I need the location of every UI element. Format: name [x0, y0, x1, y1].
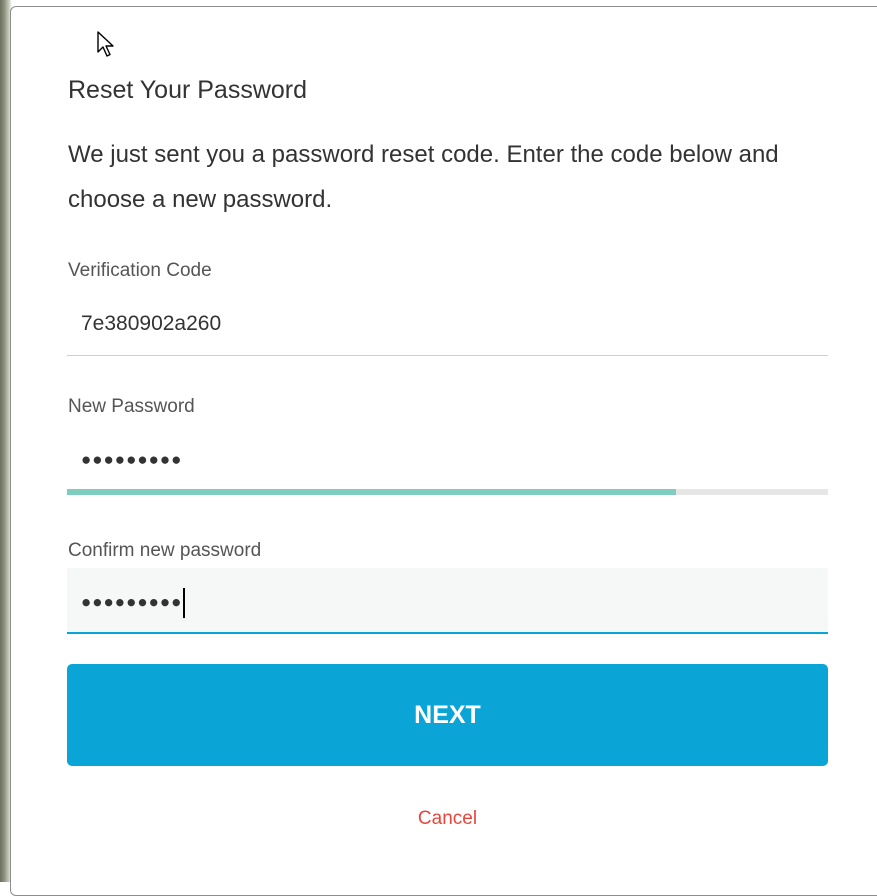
- page-title: Reset Your Password: [68, 76, 308, 104]
- confirm-password-masked-value: ●●●●●●●●●: [81, 592, 183, 612]
- new-password-masked-value: ●●●●●●●●●: [81, 450, 183, 469]
- confirm-password-input-content: ●●●●●●●●●: [81, 588, 186, 618]
- instructions-text: We just sent you a password reset code. …: [68, 141, 779, 213]
- verification-code-label: Verification Code: [68, 260, 212, 281]
- text-caret: [183, 588, 186, 618]
- next-button[interactable]: NEXT: [67, 664, 828, 766]
- password-strength-fill: [67, 489, 676, 495]
- new-password-field[interactable]: ●●●●●●●●●: [67, 436, 828, 490]
- cancel-link[interactable]: Cancel: [0, 808, 877, 830]
- confirm-password-field[interactable]: ●●●●●●●●●: [67, 568, 828, 634]
- verification-code-value: 7e380902a260: [81, 312, 222, 335]
- confirm-password-label: Confirm new password: [68, 540, 262, 561]
- verification-code-field[interactable]: 7e380902a260: [67, 300, 828, 356]
- password-strength-meter: [67, 489, 828, 495]
- mouse-pointer-icon: [97, 31, 114, 57]
- new-password-label: New Password: [68, 396, 195, 417]
